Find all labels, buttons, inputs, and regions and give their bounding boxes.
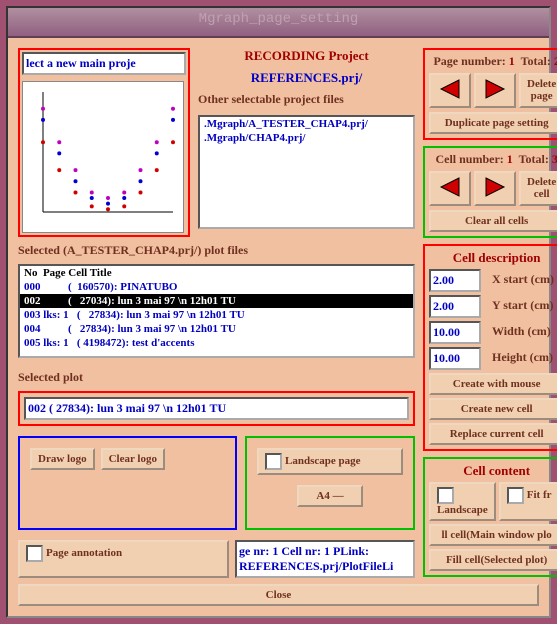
- triangle-right-icon: [482, 176, 508, 198]
- page-next-button[interactable]: [474, 73, 516, 108]
- xstart-label: X start (cm): [489, 269, 557, 292]
- width-label: Width (cm): [489, 321, 554, 344]
- cell-prev-button[interactable]: [429, 171, 471, 206]
- project-file-item[interactable]: .Mgraph/CHAP4.prj/: [200, 131, 413, 145]
- selected-plot-files-label: Selected (A_TESTER_CHAP4.prj/) plot file…: [18, 243, 415, 258]
- plot-list-row[interactable]: 000 ( 160570): PINATUBO: [20, 280, 413, 294]
- selected-plot-input[interactable]: 002 ( 27834): lun 3 mai 97 \n 12h01 TU: [24, 397, 409, 420]
- plot-file-list[interactable]: No Page Cell Title 000 ( 160570): PINATU…: [18, 264, 415, 358]
- status-bar: ge nr: 1 Cell nr: 1 PLink: REFERENCES.pr…: [235, 540, 415, 578]
- cell-number-label: Cell number: 1 Total: 3: [429, 152, 557, 167]
- project-file-item[interactable]: .Mgraph/A_TESTER_CHAP4.prj/: [200, 117, 413, 131]
- replace-cell-button[interactable]: Replace current cell: [429, 423, 557, 445]
- delete-cell-button[interactable]: Delete cell: [519, 171, 557, 206]
- height-label: Height (cm): [489, 347, 556, 370]
- delete-page-button[interactable]: Delete page: [519, 73, 557, 108]
- page-annotation-toggle[interactable]: Page annotation: [18, 540, 229, 578]
- landscape-page-toggle[interactable]: Landscape page: [257, 448, 403, 475]
- create-with-mouse-button[interactable]: Create with mouse: [429, 373, 557, 395]
- page-number-label: Page number: 1 Total: 2: [429, 54, 557, 69]
- fit-frame-toggle[interactable]: Fit fr: [499, 482, 557, 521]
- clear-cells-button[interactable]: Clear all cells: [429, 210, 557, 232]
- create-new-cell-button[interactable]: Create new cell: [429, 398, 557, 420]
- page-size-menu[interactable]: A4 —: [297, 485, 363, 507]
- recording-project-path: REFERENCES.prj/: [198, 70, 415, 86]
- height-input[interactable]: 10.00: [429, 347, 481, 370]
- ystart-input[interactable]: 2.00: [429, 295, 481, 318]
- close-button[interactable]: Close: [18, 584, 539, 606]
- triangle-left-icon: [437, 176, 463, 198]
- cell-next-button[interactable]: [474, 171, 516, 206]
- select-project-input[interactable]: lect a new main proje: [22, 52, 186, 75]
- plot-list-header: No Page Cell Title: [20, 266, 413, 280]
- draw-logo-button[interactable]: Draw logo: [30, 448, 95, 470]
- clear-logo-button[interactable]: Clear logo: [101, 448, 165, 470]
- plot-list-row[interactable]: 002 ( 27034): lun 3 mai 97 \n 12h01 TU: [20, 294, 413, 308]
- triangle-right-icon: [482, 78, 508, 100]
- plot-list-row[interactable]: 004 ( 27834): lun 3 mai 97 \n 12h01 TU: [20, 322, 413, 336]
- cell-description-header: Cell description: [429, 250, 557, 266]
- fill-cell-selected-button[interactable]: Fill cell(Selected plot): [429, 549, 557, 571]
- checkbox-icon: [437, 487, 454, 504]
- checkbox-icon: [265, 453, 282, 470]
- cell-content-header: Cell content: [429, 463, 557, 479]
- plot-list-row[interactable]: 003 lks: 1 ( 27834): lun 3 mai 97 \n 12h…: [20, 308, 413, 322]
- duplicate-page-button[interactable]: Duplicate page setting: [429, 112, 557, 134]
- ystart-label: Y start (cm): [489, 295, 557, 318]
- cell-landscape-toggle[interactable]: Landscape: [429, 482, 496, 521]
- recording-project-header: RECORDING Project: [198, 48, 415, 64]
- chart-preview: [22, 81, 184, 233]
- fill-cell-main-button[interactable]: ll cell(Main window plo: [429, 524, 557, 546]
- other-files-label: Other selectable project files: [198, 92, 415, 107]
- triangle-left-icon: [437, 78, 463, 100]
- page-prev-button[interactable]: [429, 73, 471, 108]
- xstart-input[interactable]: 2.00: [429, 269, 481, 292]
- plot-list-row[interactable]: 005 lks: 1 ( 4198472): test d'accents: [20, 336, 413, 350]
- checkbox-icon: [26, 545, 43, 562]
- width-input[interactable]: 10.00: [429, 321, 481, 344]
- window-title: Mgraph_page_setting: [8, 8, 549, 38]
- project-file-list[interactable]: .Mgraph/A_TESTER_CHAP4.prj/ .Mgraph/CHAP…: [198, 115, 415, 229]
- selected-plot-label: Selected plot: [18, 370, 415, 385]
- checkbox-icon: [507, 487, 524, 504]
- menu-indicator-icon: —: [333, 490, 344, 502]
